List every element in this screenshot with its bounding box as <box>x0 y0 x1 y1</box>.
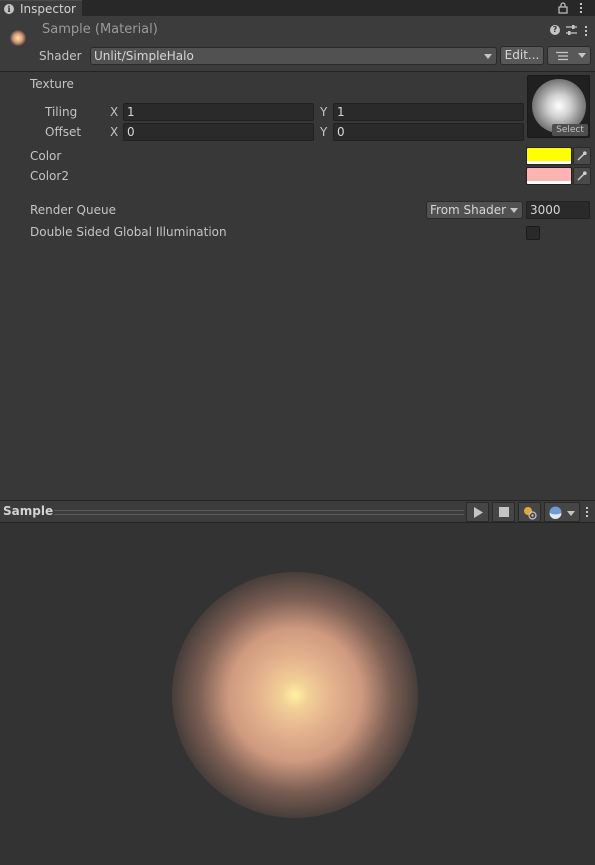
chevron-down-icon <box>484 54 492 59</box>
color2-swatch[interactable] <box>526 167 572 185</box>
eyedropper-icon <box>577 171 587 181</box>
tiling-x-input[interactable]: 1 <box>123 103 314 121</box>
offset-x-label: X <box>110 125 119 139</box>
resize-grip[interactable] <box>54 510 464 515</box>
shader-dropdown[interactable]: Unlit/SimpleHalo <box>90 47 497 65</box>
preview-mesh-dropdown[interactable] <box>544 502 580 522</box>
help-icon[interactable]: ? <box>550 25 560 35</box>
stop-icon <box>499 507 509 517</box>
shader-label: Shader <box>39 49 82 63</box>
offset-y-label: Y <box>320 125 328 139</box>
material-icon <box>10 30 26 46</box>
render-queue-dropdown[interactable]: From Shader <box>426 201 523 219</box>
tiling-y-label: Y <box>320 105 328 119</box>
tiling-y-input[interactable]: 1 <box>333 103 524 121</box>
kebab-menu-icon[interactable] <box>579 2 583 14</box>
stop-button[interactable] <box>492 502 515 522</box>
render-queue-input[interactable]: 3000 <box>526 201 590 219</box>
edit-shader-button[interactable]: Edit... <box>500 46 544 65</box>
preview-toolbar: Sample <box>0 500 595 523</box>
info-icon: i <box>4 4 14 14</box>
tiling-label: Tiling <box>45 105 78 119</box>
tiling-x-label: X <box>110 105 119 119</box>
offset-y-input[interactable]: 0 <box>333 123 524 141</box>
kebab-menu-icon[interactable] <box>585 506 589 518</box>
chevron-down-icon <box>578 53 586 58</box>
chevron-down-icon <box>567 511 575 516</box>
texture-select-button[interactable]: Select <box>552 124 588 136</box>
chevron-down-icon <box>510 208 518 213</box>
preview-title: Sample <box>3 504 54 518</box>
texture-slot[interactable]: Select <box>527 75 590 138</box>
offset-x-input[interactable]: 0 <box>123 123 314 141</box>
play-button[interactable] <box>466 502 489 522</box>
tab-inspector[interactable]: i Inspector <box>0 0 82 16</box>
light-toggle-button[interactable] <box>518 502 541 522</box>
kebab-menu-icon[interactable] <box>584 25 588 37</box>
lock-icon[interactable] <box>558 2 568 14</box>
dsgi-checkbox[interactable] <box>526 226 540 240</box>
eyedropper-button[interactable] <box>573 147 591 165</box>
color-swatch[interactable] <box>526 147 572 165</box>
render-queue-mode: From Shader <box>430 203 507 217</box>
eyedropper-button[interactable] <box>573 167 591 185</box>
offset-label: Offset <box>45 125 82 139</box>
color2-label: Color2 <box>30 169 69 183</box>
tab-bar: i Inspector <box>0 0 595 16</box>
sphere-mesh-icon <box>549 506 562 519</box>
halo-preview-render <box>172 572 418 818</box>
eyedropper-icon <box>577 151 587 161</box>
tab-label: Inspector <box>20 2 76 16</box>
render-queue-label: Render Queue <box>30 203 116 217</box>
color-label: Color <box>30 149 62 163</box>
texture-label: Texture <box>30 77 74 91</box>
material-title: Sample (Material) <box>42 22 158 37</box>
light-toggle-icon <box>524 507 537 520</box>
shader-options-button[interactable] <box>547 46 591 65</box>
dsgi-label: Double Sided Global Illumination <box>30 225 227 239</box>
play-icon <box>474 507 483 518</box>
list-icon <box>556 51 568 61</box>
preset-icon[interactable] <box>566 24 577 36</box>
shader-value: Unlit/SimpleHalo <box>94 49 194 63</box>
